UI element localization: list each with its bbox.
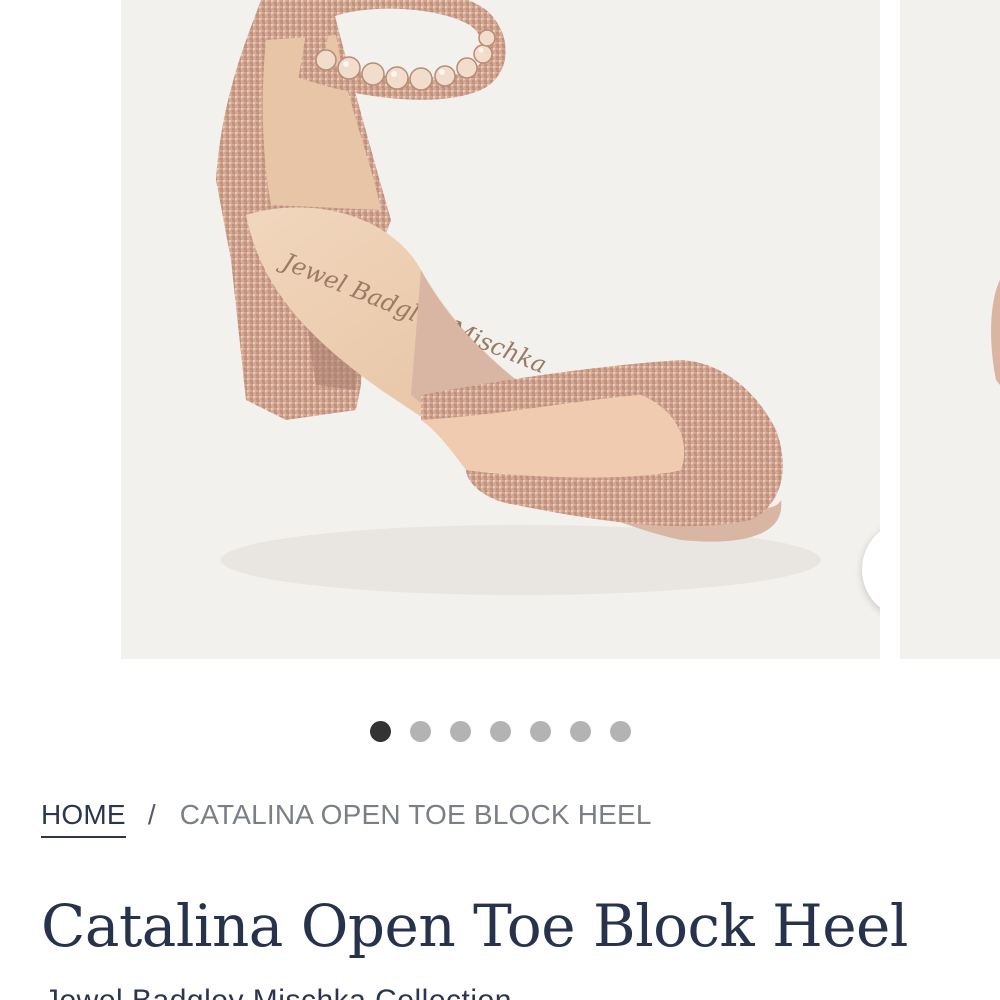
breadcrumb-separator: /	[147, 799, 156, 830]
carousel-dot[interactable]	[450, 721, 471, 742]
next-product-image	[991, 280, 1000, 385]
carousel-dot[interactable]	[490, 721, 511, 742]
breadcrumb: HOME / CATALINA OPEN TOE BLOCK HEEL	[41, 795, 652, 838]
product-image-gallery[interactable]: Jewel Badgley Mischka	[0, 0, 1000, 660]
product-page: Jewel Badgley Mischka HOME / CATALINA OP…	[0, 0, 1000, 1000]
carousel-dot[interactable]	[410, 721, 431, 742]
carousel-dot[interactable]	[530, 721, 551, 742]
product-image-slide[interactable]: Jewel Badgley Mischka	[121, 0, 880, 659]
breadcrumb-home-link[interactable]: HOME	[41, 799, 126, 838]
product-title: Catalina Open Toe Block Heel	[41, 892, 908, 960]
carousel-dot[interactable]	[370, 721, 391, 742]
product-collection: Jewel Badgley Mischka Collection	[44, 984, 512, 1000]
carousel-dot[interactable]	[610, 721, 631, 742]
next-image-slide-peek[interactable]	[900, 0, 1000, 659]
breadcrumb-current: CATALINA OPEN TOE BLOCK HEEL	[179, 799, 652, 830]
product-image: Jewel Badgley Mischka	[216, 0, 821, 595]
carousel-dot[interactable]	[570, 721, 591, 742]
carousel-pagination	[370, 721, 631, 742]
